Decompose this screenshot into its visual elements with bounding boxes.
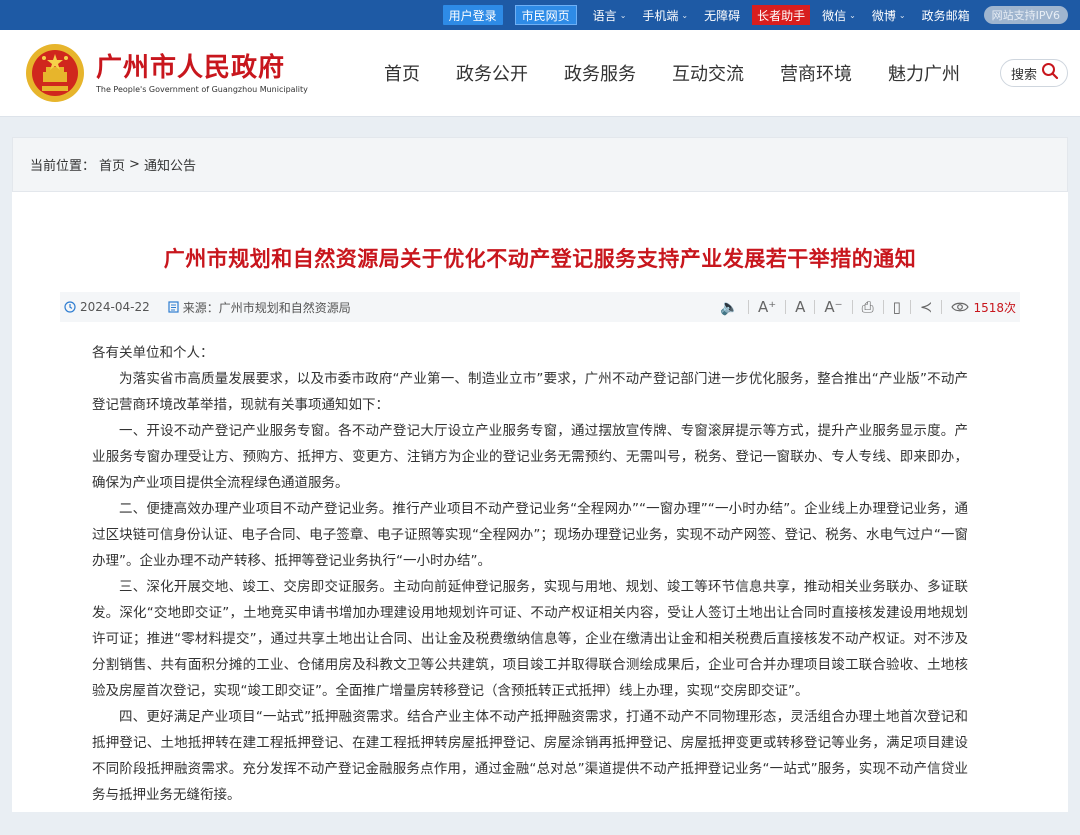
salutation: 各有关单位和个人： (92, 345, 214, 361)
share-icon[interactable]: ≺ (911, 300, 943, 315)
eye-icon (951, 302, 970, 312)
publish-date-text: 2024-04-22 (80, 300, 150, 314)
search-icon (1041, 62, 1059, 84)
chevron-down-icon: ⌄ (619, 10, 627, 20)
ipv6-badge: 网站支持IPV6 (983, 6, 1068, 24)
bookmark-icon[interactable]: ▯ (884, 300, 911, 315)
nav-interaction[interactable]: 互动交流 (654, 60, 762, 86)
font-default-icon[interactable]: A (786, 300, 816, 315)
publish-date: 2024-04-22 (64, 300, 150, 314)
breadcrumb: 当前位置： 首页 > 通知公告 (12, 137, 1068, 192)
print-icon[interactable]: ⎙ (853, 300, 884, 315)
paragraph: 三、深化开展交地、竣工、交房即交证服务。主动向前延伸登记服务，实现与用地、规划、… (92, 579, 968, 699)
weibo-menu[interactable]: 微博 ⌄ (864, 0, 914, 30)
chevron-down-icon: ⌄ (898, 10, 906, 20)
breadcrumb-prefix: 当前位置： (30, 159, 96, 174)
document-icon (168, 301, 179, 313)
nav-charm-guangzhou[interactable]: 魅力广州 (870, 60, 978, 86)
top-utility-bar: 用户登录 市民网页 语言 ⌄ 手机端 ⌄ 无障碍 长者助手 微信 ⌄ 微博 ⌄ 政务邮箱… (0, 0, 1080, 30)
breadcrumb-home[interactable]: 首页 (99, 155, 125, 174)
wechat-label: 微信 (822, 8, 847, 23)
site-header: 广州市人民政府 The People's Government of Guang… (0, 30, 1080, 117)
search-button[interactable]: 搜索 (1000, 59, 1069, 87)
nav-business-environment[interactable]: 营商环境 (762, 60, 870, 86)
paragraph: 二、便捷高效办理产业项目不动产登记业务。推行产业项目不动产登记业务“全程网办”“… (92, 501, 968, 569)
site-name-english: The People's Government of Guangzhou Mun… (96, 84, 308, 94)
weibo-label: 微博 (871, 8, 896, 23)
site-name: 广州市人民政府 (96, 52, 286, 83)
search-label: 搜索 (1011, 67, 1038, 83)
site-logo[interactable]: 广州市人民政府 The People's Government of Guang… (24, 42, 324, 104)
clock-icon (64, 301, 76, 313)
article-container: 广州市规划和自然资源局关于优化不动产登记服务支持产业发展若干举措的通知 2024… (12, 192, 1068, 812)
elder-assistant-button[interactable]: 长者助手 (752, 5, 811, 25)
language-label: 语言 (592, 8, 617, 23)
accessibility-link[interactable]: 无障碍 (696, 0, 748, 30)
citizen-page-link[interactable]: 市民网页 (514, 5, 577, 25)
article-tools: 🔈 A⁺ A A⁻ ⎙ ▯ ≺ 1518次 (711, 299, 1016, 316)
national-emblem-icon (24, 42, 86, 104)
main-nav: 首页 政务公开 政务服务 互动交流 营商环境 魅力广州 (366, 60, 978, 86)
nav-gov-services[interactable]: 政务服务 (546, 60, 654, 86)
language-menu[interactable]: 语言 ⌄ (585, 0, 635, 30)
breadcrumb-separator: > (129, 157, 140, 172)
mobile-label: 手机端 (642, 8, 679, 23)
view-count: 1518次 (942, 299, 1016, 316)
user-login-link[interactable]: 用户登录 (442, 5, 503, 25)
article-source: 来源：广州市规划和自然资源局 (168, 299, 351, 316)
chevron-down-icon: ⌄ (849, 10, 856, 20)
gov-mail-link[interactable]: 政务邮箱 (914, 0, 978, 30)
breadcrumb-notices[interactable]: 通知公告 (144, 155, 196, 174)
article-source-text: 来源：广州市规划和自然资源局 (182, 300, 351, 315)
mobile-menu[interactable]: 手机端 ⌄ (634, 0, 696, 30)
nav-home[interactable]: 首页 (366, 60, 438, 86)
read-aloud-icon[interactable]: 🔈 (711, 300, 749, 315)
font-increase-icon[interactable]: A⁺ (749, 300, 787, 315)
paragraph: 四、更好满足产业项目“一站式”抵押融资需求。结合产业主体不动产抵押融资需求，打通… (92, 709, 968, 803)
nav-gov-affairs-open[interactable]: 政务公开 (438, 60, 546, 86)
article-body: 各有关单位和个人： 为落实省市高质量发展要求，以及市委市政府“产业第一、制造业立… (12, 322, 1068, 808)
font-decrease-icon[interactable]: A⁻ (815, 300, 853, 315)
paragraph: 为落实省市高质量发展要求，以及市委市政府“产业第一、制造业立市”要求，广州不动产… (92, 371, 968, 413)
article-title: 广州市规划和自然资源局关于优化不动产登记服务支持产业发展若干举措的通知 (163, 247, 917, 271)
article-meta-bar: 2024-04-22 来源：广州市规划和自然资源局 🔈 A⁺ A A⁻ ⎙ ▯ … (60, 292, 1020, 322)
chevron-down-icon: ⌄ (681, 10, 689, 20)
wechat-menu[interactable]: 微信 ⌄ (814, 0, 864, 30)
paragraph: 一、开设不动产登记产业服务专窗。各不动产登记大厅设立产业服务专窗，通过摆放宣传牌… (92, 423, 968, 491)
view-count-text: 1518次 (973, 300, 1016, 315)
